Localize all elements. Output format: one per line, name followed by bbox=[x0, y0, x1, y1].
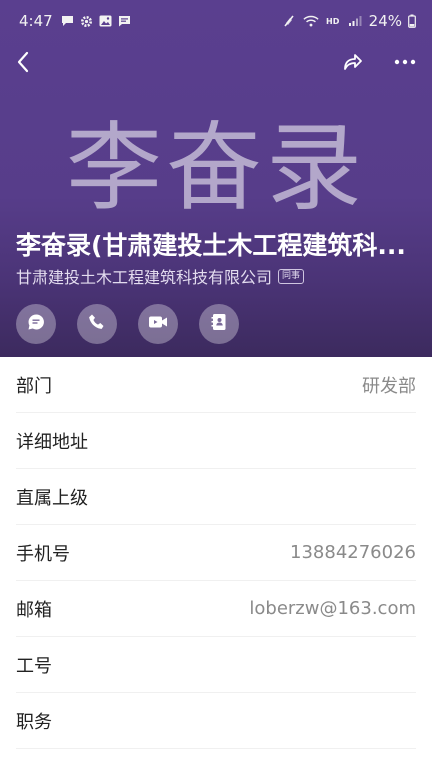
field-value: 研发部 bbox=[362, 375, 416, 397]
hd-icon: HD bbox=[325, 14, 341, 28]
field-row-email[interactable]: 邮箱 loberzw@163.com bbox=[16, 581, 416, 637]
nav-bar bbox=[0, 42, 432, 82]
signal-icon bbox=[347, 14, 363, 28]
field-label: 邮箱 bbox=[16, 599, 52, 621]
video-icon bbox=[148, 314, 168, 334]
profile-header: 4:47 HD 24% 李奋录 李奋录(甘肃建投土木工程建筑科... 甘肃建投土… bbox=[0, 0, 432, 357]
contacts-button[interactable] bbox=[199, 304, 239, 344]
chat-bubble-icon bbox=[61, 14, 75, 28]
organization-name: 甘肃建投土木工程建筑科技有限公司 bbox=[16, 268, 273, 287]
field-label: 职务 bbox=[16, 711, 52, 733]
field-row-employee-id[interactable]: 工号 bbox=[16, 637, 416, 693]
status-time: 4:47 bbox=[19, 12, 53, 30]
field-label: 详细地址 bbox=[16, 431, 88, 453]
more-icon[interactable] bbox=[390, 48, 420, 76]
field-label: 工号 bbox=[16, 655, 52, 677]
message-button[interactable] bbox=[16, 304, 56, 344]
field-value: 13884276026 bbox=[290, 542, 416, 563]
battery-percentage: 24% bbox=[368, 12, 402, 30]
share-icon[interactable] bbox=[340, 48, 366, 76]
call-button[interactable] bbox=[77, 304, 117, 344]
field-row-address[interactable]: 详细地址 bbox=[16, 413, 416, 469]
field-label: 部门 bbox=[16, 375, 52, 397]
field-value: loberzw@163.com bbox=[249, 598, 416, 619]
video-call-button[interactable] bbox=[138, 304, 178, 344]
field-row-phone[interactable]: 手机号 13884276026 bbox=[16, 525, 416, 581]
mute-icon bbox=[281, 14, 297, 28]
organization-row: 甘肃建投土木工程建筑科技有限公司 同事 bbox=[16, 264, 305, 288]
battery-icon bbox=[408, 14, 416, 28]
field-label: 手机号 bbox=[16, 543, 70, 565]
field-label: 直属上级 bbox=[16, 487, 88, 509]
back-icon[interactable] bbox=[10, 48, 36, 76]
gear-icon bbox=[80, 14, 94, 28]
field-row-position[interactable]: 职务 bbox=[16, 693, 416, 749]
contact-name: 李奋录(甘肃建投土木工程建筑科... bbox=[16, 231, 406, 260]
notification-icons bbox=[61, 14, 132, 28]
status-bar: 4:47 HD 24% bbox=[0, 0, 432, 42]
quick-actions bbox=[16, 304, 239, 344]
system-status: HD 24% bbox=[281, 12, 416, 30]
field-row-department[interactable]: 部门 研发部 bbox=[16, 357, 416, 413]
gallery-icon bbox=[99, 14, 113, 28]
colleague-badge: 同事 bbox=[278, 268, 305, 284]
svg-text:HD: HD bbox=[326, 17, 340, 26]
contacts-icon bbox=[211, 313, 227, 335]
message-icon bbox=[27, 313, 45, 335]
avatar-text: 李奋录 bbox=[66, 112, 366, 224]
phone-icon bbox=[88, 313, 106, 335]
wifi-icon bbox=[303, 14, 319, 28]
field-row-supervisor[interactable]: 直属上级 bbox=[16, 469, 416, 525]
contact-details: 部门 研发部 详细地址 直属上级 手机号 13884276026 邮箱 lobe… bbox=[0, 357, 432, 749]
message-icon bbox=[118, 14, 132, 28]
